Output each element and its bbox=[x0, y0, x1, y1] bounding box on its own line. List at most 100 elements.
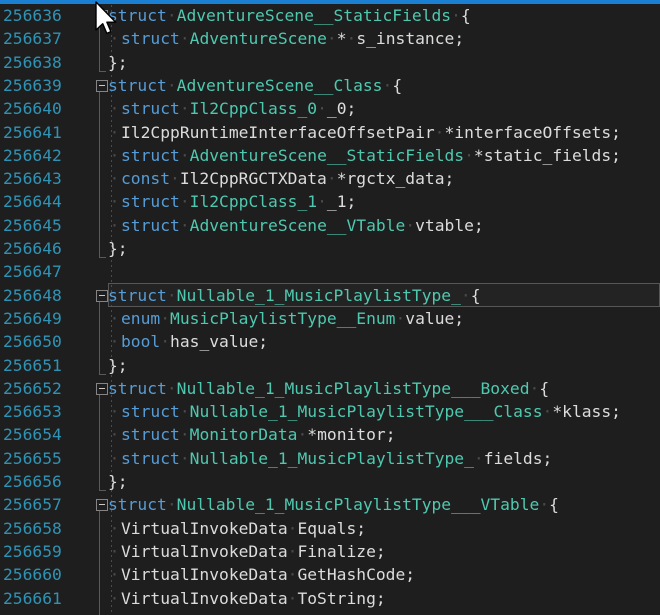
line-number: 256645 bbox=[3, 214, 62, 237]
code-text[interactable]: struct·Nullable_1_MusicPlaylistType___VT… bbox=[108, 493, 559, 516]
code-text[interactable]: struct·AdventureScene__Class·{ bbox=[108, 74, 402, 97]
line-number: 256650 bbox=[3, 330, 62, 353]
indent-whitespace-dot: · bbox=[108, 144, 121, 167]
plain-token: Il2CppRuntimeInterfaceOffsetPair bbox=[121, 123, 435, 142]
code-text[interactable]: ·bool·has_value; bbox=[108, 330, 268, 353]
indent-whitespace-dot: · bbox=[108, 121, 121, 144]
whitespace-dot: · bbox=[405, 216, 415, 235]
fold-collapse-icon[interactable] bbox=[96, 80, 108, 92]
code-text[interactable]: struct·AdventureScene__StaticFields·{ bbox=[108, 4, 471, 27]
block-structure-guide bbox=[99, 302, 100, 375]
line-number: 256661 bbox=[3, 587, 62, 610]
code-text[interactable]: struct·Nullable_1_MusicPlaylistType_·{ bbox=[108, 284, 481, 307]
plain-token: { bbox=[392, 76, 402, 95]
keyword-token: struct bbox=[121, 146, 180, 165]
whitespace-dot: · bbox=[347, 29, 357, 48]
line-number: 256654 bbox=[3, 423, 62, 446]
whitespace-dot: · bbox=[180, 192, 190, 211]
plain-token: _0; bbox=[327, 99, 356, 118]
indent-whitespace-dot: · bbox=[108, 330, 121, 353]
block-structure-guide-foot bbox=[99, 490, 106, 491]
code-text[interactable]: ·VirtualInvokeData·Equals; bbox=[108, 517, 366, 540]
code-text[interactable]: ·VirtualInvokeData·GetHashCode; bbox=[108, 563, 415, 586]
type-token: Nullable_1_MusicPlaylistType___Boxed bbox=[177, 379, 530, 398]
code-text[interactable]: }; bbox=[108, 237, 128, 260]
fold-collapse-icon[interactable] bbox=[96, 383, 108, 395]
code-text[interactable]: ·struct·AdventureScene__VTable·vtable; bbox=[108, 214, 484, 237]
whitespace-dot: · bbox=[530, 379, 540, 398]
code-text[interactable]: ·Il2CppRuntimeInterfaceOffsetPair·*inter… bbox=[108, 121, 621, 144]
plain-token: fields; bbox=[484, 449, 553, 468]
type-token: Nullable_1_MusicPlaylistType_ bbox=[177, 286, 461, 305]
whitespace-dot: · bbox=[180, 425, 190, 444]
indent-whitespace-dot: · bbox=[108, 447, 121, 470]
whitespace-dot: · bbox=[167, 495, 177, 514]
keyword-token: struct bbox=[108, 379, 167, 398]
code-text[interactable]: struct·Nullable_1_MusicPlaylistType___Bo… bbox=[108, 377, 549, 400]
whitespace-dot: · bbox=[167, 379, 177, 398]
indent-whitespace-dot: · bbox=[108, 400, 121, 423]
type-token: AdventureScene__StaticFields bbox=[190, 146, 464, 165]
code-text[interactable]: ·struct·AdventureScene__StaticFields·*st… bbox=[108, 144, 621, 167]
line-number: 256648 bbox=[3, 284, 62, 307]
line-number: 256639 bbox=[3, 74, 62, 97]
whitespace-dot: · bbox=[288, 542, 298, 561]
code-text[interactable]: ·struct·Il2CppClass_0·_0; bbox=[108, 97, 356, 120]
whitespace-dot: · bbox=[317, 99, 327, 118]
code-text[interactable]: ·enum·MusicPlaylistType__Enum·value; bbox=[108, 307, 464, 330]
type-token: AdventureScene bbox=[190, 29, 327, 48]
code-text[interactable]: ·struct·Nullable_1_MusicPlaylistType___C… bbox=[108, 400, 621, 423]
whitespace-dot: · bbox=[543, 402, 553, 421]
block-structure-guide bbox=[99, 395, 100, 491]
code-text[interactable]: }; bbox=[108, 354, 128, 377]
keyword-token: struct bbox=[108, 76, 167, 95]
plain-token: s_instance; bbox=[356, 29, 464, 48]
whitespace-dot: · bbox=[160, 309, 170, 328]
whitespace-dot: · bbox=[317, 192, 327, 211]
code-text[interactable]: }; bbox=[108, 470, 128, 493]
mouse-cursor-icon bbox=[95, 1, 119, 35]
keyword-token: enum bbox=[121, 309, 160, 328]
code-text[interactable]: ·struct·Il2CppClass_1·_1; bbox=[108, 190, 356, 213]
keyword-token: struct bbox=[121, 29, 180, 48]
plain-token: vtable; bbox=[415, 216, 484, 235]
line-number: 256646 bbox=[3, 237, 62, 260]
whitespace-dot: · bbox=[383, 76, 393, 95]
code-text[interactable]: ·VirtualInvokeData·ToString; bbox=[108, 587, 386, 610]
plain-token: value; bbox=[405, 309, 464, 328]
keyword-token: struct bbox=[121, 449, 180, 468]
whitespace-dot: · bbox=[464, 146, 474, 165]
plain-token: *monitor; bbox=[307, 425, 395, 444]
line-number: 256641 bbox=[3, 121, 62, 144]
code-text[interactable]: ·struct·AdventureScene·*·s_instance; bbox=[108, 27, 464, 50]
code-text[interactable]: }; bbox=[108, 51, 128, 74]
block-structure-guide bbox=[99, 92, 100, 258]
code-text[interactable]: ·struct·MonitorData·*monitor; bbox=[108, 423, 396, 446]
plain-token: VirtualInvokeData bbox=[121, 519, 288, 538]
indent-whitespace-dot: · bbox=[108, 214, 121, 237]
type-token: AdventureScene__VTable bbox=[190, 216, 406, 235]
code-text[interactable]: ·struct·Nullable_1_MusicPlaylistType_·fi… bbox=[108, 447, 552, 470]
fold-collapse-icon[interactable] bbox=[96, 290, 108, 302]
indent-whitespace-dot: · bbox=[108, 587, 121, 610]
fold-collapse-icon[interactable] bbox=[96, 499, 108, 511]
code-line-row[interactable]: 256647 bbox=[0, 260, 660, 283]
keyword-token: struct bbox=[108, 286, 167, 305]
plain-token: *rgctx_data; bbox=[337, 169, 455, 188]
line-number: 256637 bbox=[3, 27, 62, 50]
plain-token: { bbox=[461, 6, 471, 25]
code-editor[interactable]: 256636struct·AdventureScene__StaticField… bbox=[0, 4, 660, 615]
block-structure-guide-foot bbox=[99, 71, 106, 72]
plain-token: }; bbox=[108, 472, 128, 491]
plain-token: has_value; bbox=[170, 332, 268, 351]
code-text[interactable]: }; bbox=[108, 610, 128, 615]
keyword-token: struct bbox=[121, 425, 180, 444]
line-number: 256660 bbox=[3, 563, 62, 586]
code-text[interactable]: ·const·Il2CppRGCTXData·*rgctx_data; bbox=[108, 167, 454, 190]
code-text[interactable]: ·VirtualInvokeData·Finalize; bbox=[108, 540, 386, 563]
plain-token: VirtualInvokeData bbox=[121, 565, 288, 584]
indent-whitespace-dot: · bbox=[108, 517, 121, 540]
plain-token: }; bbox=[108, 239, 128, 258]
line-number: 256642 bbox=[3, 144, 62, 167]
plain-token: VirtualInvokeData bbox=[121, 589, 288, 608]
